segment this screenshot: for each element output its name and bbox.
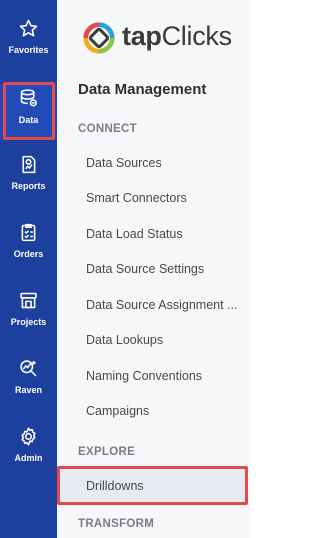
section-heading-connect: CONNECT: [78, 123, 137, 135]
panel-title: Data Management: [78, 81, 207, 98]
rail-label-raven: Raven: [14, 385, 42, 395]
projects-icon: [20, 292, 37, 309]
rail-label-data: Data: [18, 115, 39, 125]
nav-link-drilldowns[interactable]: Drilldowns: [86, 479, 246, 493]
database-icon: [20, 89, 37, 107]
section-heading-explore: EXPLORE: [78, 446, 136, 458]
data-management-panel: tapClicks Data Management CONNECT Data S…: [57, 0, 250, 538]
nav-link-data-lookups[interactable]: Data Lookups: [86, 333, 246, 347]
rail-item-data[interactable]: Data: [0, 84, 57, 140]
orders-icon: [21, 223, 36, 242]
brand-name-bold: tap: [122, 21, 162, 51]
side-rail: Favorites Data Reports Orders Projects R…: [0, 0, 57, 538]
rail-item-reports[interactable]: Reports: [0, 150, 57, 206]
nav-link-smart-connectors[interactable]: Smart Connectors: [86, 191, 246, 205]
tapclicks-logo[interactable]: tapClicks: [82, 20, 250, 56]
rail-item-projects[interactable]: Projects: [0, 286, 57, 342]
rail-label-projects: Projects: [10, 317, 47, 327]
raven-icon: [20, 360, 37, 377]
nav-link-data-source-assignment[interactable]: Data Source Assignment ...: [86, 298, 246, 312]
star-icon: [19, 19, 38, 37]
brand-name: tapClicks: [122, 21, 232, 52]
nav-link-naming-conventions[interactable]: Naming Conventions: [86, 369, 246, 383]
tapclicks-logo-mark: [83, 22, 115, 54]
section-heading-transform: TRANSFORM: [78, 518, 155, 530]
rail-item-favorites[interactable]: Favorites: [0, 14, 57, 70]
rail-label-favorites: Favorites: [8, 45, 49, 55]
rail-item-orders[interactable]: Orders: [0, 218, 57, 274]
nav-link-data-sources[interactable]: Data Sources: [86, 156, 246, 170]
gear-icon: [21, 427, 36, 446]
brand-name-light: Clicks: [161, 21, 233, 51]
report-icon: [22, 155, 36, 174]
rail-label-orders: Orders: [13, 249, 44, 259]
rail-item-raven[interactable]: Raven: [0, 354, 57, 410]
rail-item-admin[interactable]: Admin: [0, 422, 57, 478]
rail-label-reports: Reports: [11, 181, 46, 191]
app: Favorites Data Reports Orders Projects R…: [0, 0, 250, 538]
rail-label-admin: Admin: [14, 453, 43, 463]
nav-link-data-load-status[interactable]: Data Load Status: [86, 227, 246, 241]
nav-link-campaigns[interactable]: Campaigns: [86, 404, 246, 418]
nav-link-data-source-settings[interactable]: Data Source Settings: [86, 262, 246, 276]
